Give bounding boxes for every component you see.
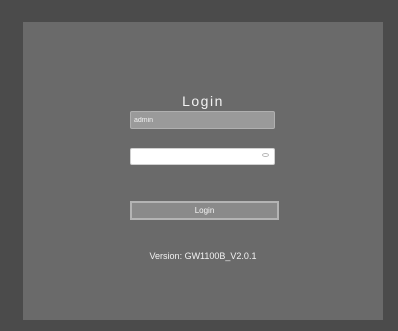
login-panel: Login Login Version: GW1100B_V2.0.1 [23, 22, 383, 320]
password-field-wrapper [130, 148, 275, 165]
username-input[interactable] [130, 111, 275, 129]
version-label: Version: GW1100B_V2.0.1 [149, 251, 257, 261]
login-button[interactable]: Login [130, 201, 279, 220]
login-page: Login Login Version: GW1100B_V2.0.1 [0, 0, 398, 331]
password-input[interactable] [130, 148, 275, 165]
eye-icon[interactable] [262, 153, 269, 157]
login-title: Login [182, 93, 224, 109]
